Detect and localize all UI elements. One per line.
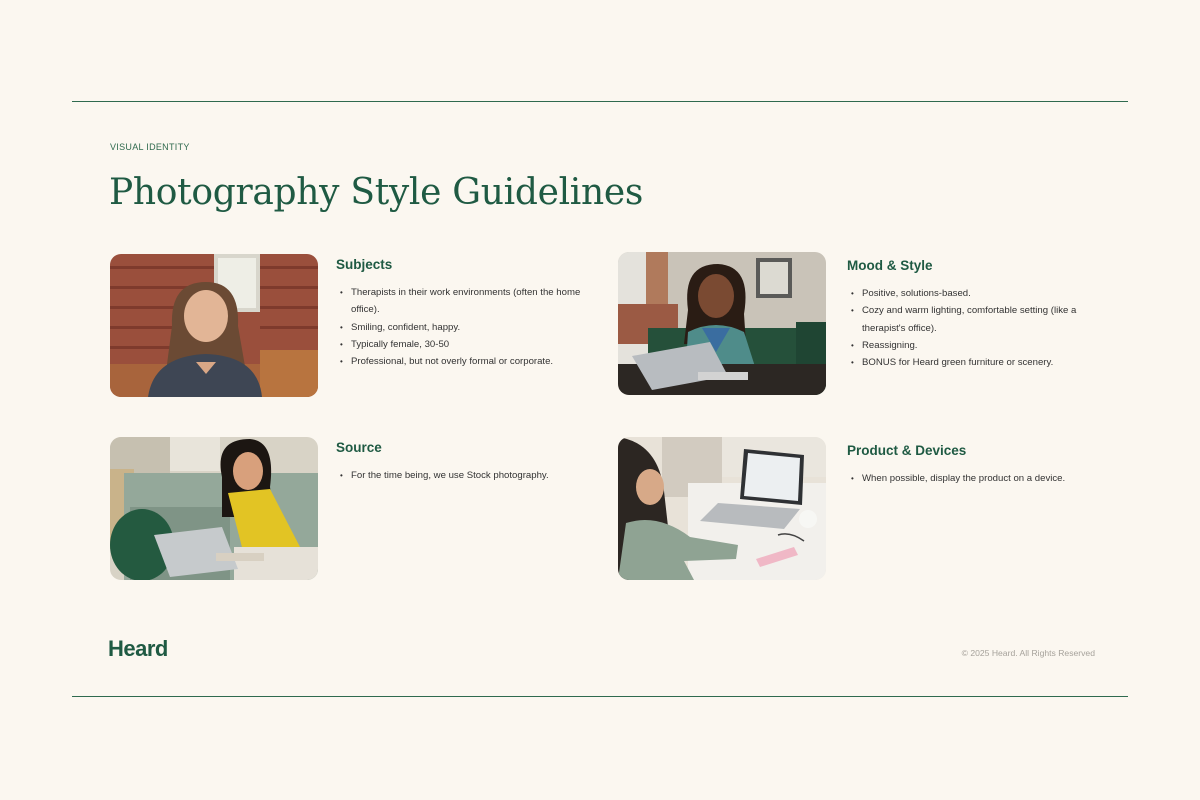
list-item: When possible, display the product on a … — [847, 470, 1107, 488]
section-eyebrow: VISUAL IDENTITY — [110, 142, 190, 152]
photo-woman-laptop-couch — [110, 437, 318, 580]
list-item: Professional, but not overly formal or c… — [336, 353, 596, 371]
section-card-subjects: Subjects Therapists in their work enviro… — [110, 254, 590, 404]
source-photo-illustration — [110, 437, 318, 580]
photo-woman-laptop-desk — [618, 437, 826, 580]
section-heading-mood-style: Mood & Style — [847, 258, 933, 273]
page-title: Photography Style Guidelines — [109, 172, 644, 213]
list-item: Typically female, 30-50 — [336, 336, 596, 354]
section-heading-product-devices: Product & Devices — [847, 443, 967, 458]
mood-style-bullet-list: Positive, solutions-based. Cozy and warm… — [847, 285, 1107, 372]
photo-woman-laptop-green-sofa — [618, 252, 826, 395]
subjects-bullet-list: Therapists in their work environments (o… — [336, 284, 596, 371]
section-heading-source: Source — [336, 440, 382, 455]
list-item: Reassigning. — [847, 337, 1107, 355]
list-item: BONUS for Heard green furniture or scene… — [847, 354, 1107, 372]
therapist-photo-illustration — [110, 254, 318, 397]
list-item: Smiling, confident, happy. — [336, 319, 596, 337]
mood-photo-illustration — [618, 252, 826, 395]
list-item: Therapists in their work environments (o… — [336, 284, 596, 319]
list-item: For the time being, we use Stock photogr… — [336, 467, 596, 485]
photo-therapist-brick-wall — [110, 254, 318, 397]
guidelines-slide: VISUAL IDENTITY Photography Style Guidel… — [72, 101, 1128, 697]
source-bullet-list: For the time being, we use Stock photogr… — [336, 467, 596, 485]
section-card-mood-style: Mood & Style Positive, solutions-based. … — [618, 252, 1098, 402]
heard-logo: Heard — [108, 636, 168, 661]
section-card-product-devices: Product & Devices When possible, display… — [618, 437, 1098, 587]
section-card-source: Source For the time being, we use Stock … — [110, 437, 590, 587]
product-photo-illustration — [618, 437, 826, 580]
section-heading-subjects: Subjects — [336, 257, 393, 272]
copyright-notice: © 2025 Heard. All Rights Reserved — [961, 648, 1095, 658]
product-devices-bullet-list: When possible, display the product on a … — [847, 470, 1107, 488]
list-item: Cozy and warm lighting, comfortable sett… — [847, 302, 1107, 337]
list-item: Positive, solutions-based. — [847, 285, 1107, 303]
